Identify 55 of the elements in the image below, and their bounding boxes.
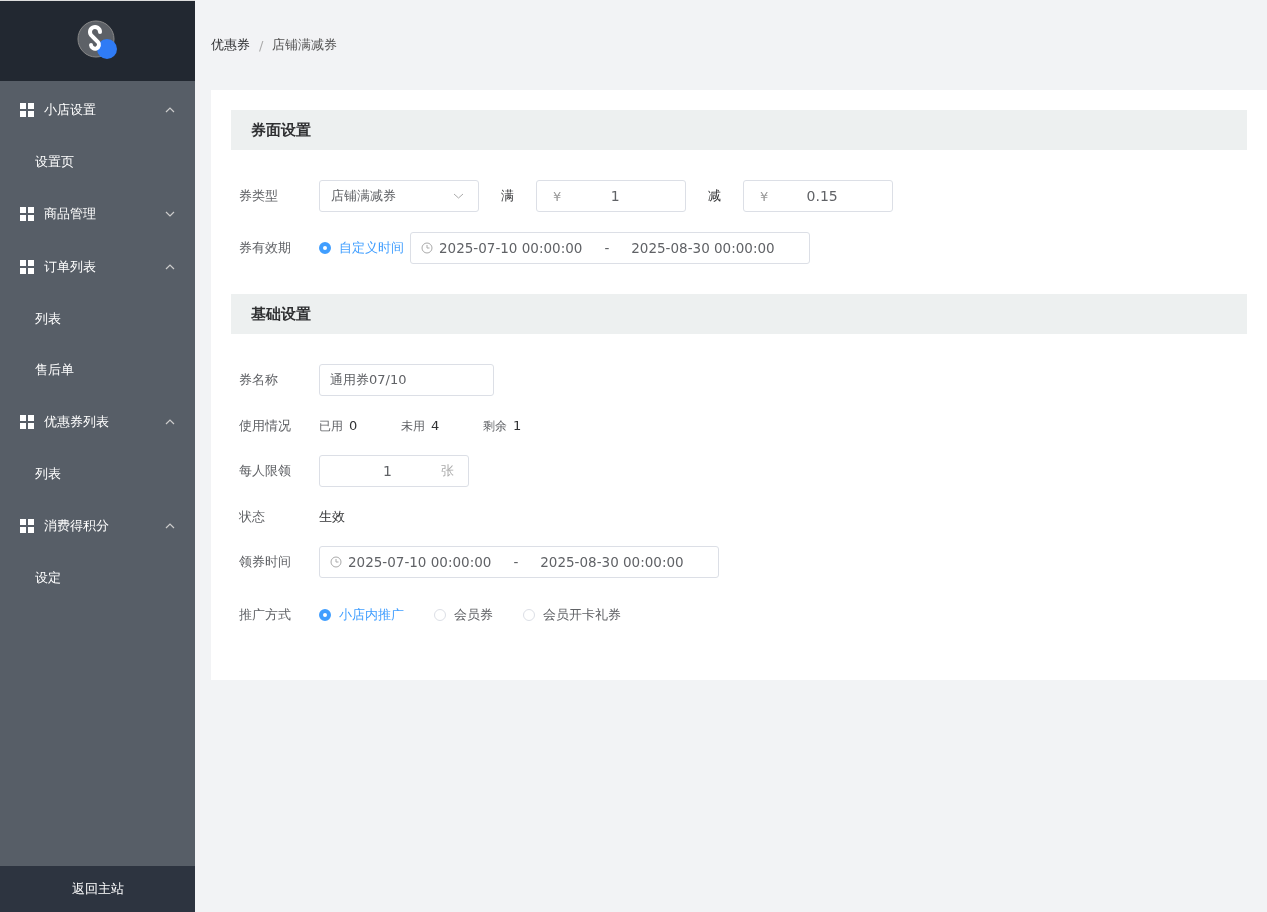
radio-option[interactable]: 会员开卡礼券: [523, 606, 621, 624]
usage-count: 4: [431, 417, 440, 435]
section-header: 基础设置: [231, 294, 1247, 334]
menu-group[interactable]: 消费得积分: [0, 499, 195, 552]
breadcrumb-item[interactable]: 优惠券: [211, 36, 250, 54]
menu-group-label: 优惠券列表: [44, 412, 110, 431]
usage-count: 0: [349, 417, 358, 435]
menu-group[interactable]: 订单列表: [0, 240, 195, 293]
menu-item[interactable]: 列表: [0, 448, 195, 499]
menu-item[interactable]: 设置页: [0, 136, 195, 187]
field-label: 每人限领: [239, 462, 292, 480]
threshold-input[interactable]: ¥ 1: [536, 180, 686, 212]
menu-group-label: 小店设置: [44, 100, 97, 119]
usage-count: 1: [513, 417, 522, 435]
menu-item[interactable]: 列表: [0, 293, 195, 344]
field-label: 满: [501, 187, 514, 205]
chevron-down-icon: [453, 193, 464, 199]
menu-item[interactable]: 售后单: [0, 344, 195, 395]
clock-icon: [421, 242, 433, 254]
grid-icon: [20, 102, 34, 117]
field-label: 券类型: [239, 187, 279, 205]
field-label: 使用情况: [239, 417, 292, 435]
menu-group-label: 订单列表: [44, 257, 97, 276]
usage-label: 未用: [401, 417, 425, 435]
discount-input[interactable]: ¥ 0.15: [743, 180, 893, 212]
field-label: 券名称: [239, 371, 279, 389]
date-range-input[interactable]: 2025-07-10 00:00:00 - 2025-08-30 00:00:00: [319, 546, 719, 578]
menu-group-label: 商品管理: [44, 204, 97, 223]
grid-icon: [20, 414, 34, 429]
field-label: 领券时间: [239, 553, 292, 571]
grid-icon: [20, 259, 34, 274]
clock-icon: [330, 556, 342, 568]
coupon-type-select[interactable]: 店铺满减券: [319, 180, 479, 212]
menu-item[interactable]: 设定: [0, 552, 195, 603]
date-range-input[interactable]: 2025-07-10 00:00:00 - 2025-08-30 00:00:00: [410, 232, 810, 264]
field-label: 券有效期: [239, 239, 292, 257]
radio-option[interactable]: 会员券: [434, 606, 493, 624]
breadcrumb-separator: /: [259, 37, 264, 53]
menu-group-label: 消费得积分: [44, 516, 110, 535]
section-header: 券面设置: [231, 110, 1247, 150]
field-label: 减: [708, 187, 721, 205]
grid-icon: [20, 518, 34, 533]
field-label: 状态: [239, 508, 266, 526]
back-to-main-link[interactable]: 返回主站: [0, 866, 195, 912]
coupon-name-input[interactable]: 通用券07/10: [319, 364, 494, 396]
menu-group[interactable]: 小店设置: [0, 83, 195, 136]
breadcrumb-item: 店铺满减券: [272, 36, 338, 54]
usage-label: 剩余: [483, 417, 507, 435]
menu-group[interactable]: 商品管理: [0, 187, 195, 240]
status-value: 生效: [319, 508, 345, 526]
usage-label: 已用: [319, 417, 343, 435]
menu-group[interactable]: 优惠券列表: [0, 395, 195, 448]
field-label: 推广方式: [239, 606, 292, 624]
grid-icon: [20, 206, 34, 221]
limit-input[interactable]: 1 张: [319, 455, 469, 487]
